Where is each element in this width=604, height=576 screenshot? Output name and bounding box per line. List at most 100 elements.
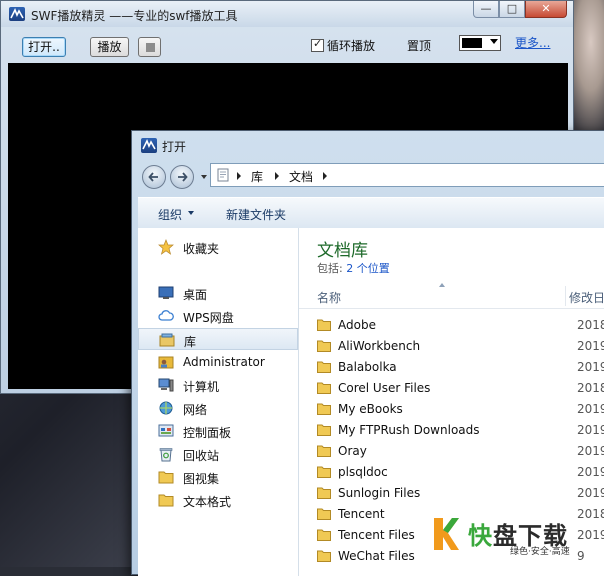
- nav-item-text-format[interactable]: 文本格式: [138, 489, 298, 511]
- dialog-app-icon: [141, 138, 157, 153]
- nav-item-label: 库: [184, 335, 197, 349]
- address-bar[interactable]: 库 文档: [210, 163, 604, 187]
- file-modified-date: 2019: [577, 444, 604, 458]
- library-locations-link[interactable]: 2 个位置: [346, 262, 390, 275]
- file-modified-date: 2018: [577, 381, 604, 395]
- file-row[interactable]: Sunlogin Files 2019: [299, 483, 604, 504]
- loop-play-checkbox[interactable]: ✓ 循环播放: [311, 37, 375, 54]
- file-modified-date: 2019: [577, 423, 604, 437]
- control-panel-icon: [158, 424, 174, 437]
- breadcrumb-library[interactable]: 库: [251, 168, 263, 185]
- column-header-date[interactable]: 修改日: [569, 289, 604, 306]
- folder-icon: [317, 508, 331, 520]
- nav-item-computer[interactable]: 计算机: [138, 374, 298, 396]
- breadcrumb-documents[interactable]: 文档: [289, 168, 313, 185]
- folder-icon: [317, 319, 331, 331]
- library-icon: [159, 333, 175, 347]
- watermark-tagline: 绿色·安全·高速: [510, 547, 570, 557]
- nav-item-network[interactable]: 网络: [138, 397, 298, 419]
- forward-arrow-icon: [178, 172, 188, 182]
- site-watermark: 快盘下载 绿色·安全·高速: [428, 512, 604, 567]
- nav-item-label: 图视集: [183, 472, 220, 486]
- nav-item-label: 计算机: [183, 380, 220, 394]
- nav-item-label: 收藏夹: [183, 242, 220, 256]
- file-name: Oray: [338, 444, 367, 458]
- column-divider[interactable]: [565, 286, 566, 306]
- folder-icon: [317, 382, 331, 394]
- column-header-name[interactable]: 名称: [317, 289, 341, 306]
- maximize-button[interactable]: □: [499, 1, 525, 18]
- nav-item-wps-cloud[interactable]: WPS网盘: [138, 305, 298, 327]
- column-header-row: 名称 修改日: [299, 283, 604, 309]
- nav-item-administrator[interactable]: Administrator: [138, 351, 298, 373]
- file-name: Sunlogin Files: [338, 486, 421, 500]
- breadcrumb-separator-icon[interactable]: [323, 172, 327, 180]
- nav-item-label: 网络: [183, 403, 208, 417]
- sort-ascending-icon: [439, 283, 445, 287]
- nav-item-library[interactable]: 库: [138, 328, 298, 350]
- nav-item-label: Administrator: [183, 355, 265, 369]
- folder-icon: [317, 340, 331, 352]
- nav-item-label: 回收站: [183, 449, 220, 463]
- new-folder-button[interactable]: 新建文件夹: [226, 206, 286, 223]
- more-link[interactable]: 更多...: [515, 34, 550, 51]
- nav-item-label: 桌面: [183, 288, 208, 302]
- file-row[interactable]: Corel User Files 2018: [299, 378, 604, 399]
- swf-toolbar: 打开.. 播放 ✓ 循环播放 置顶 更多...: [1, 27, 573, 63]
- close-icon: ✕: [541, 2, 551, 15]
- file-row[interactable]: plsqldoc 2019: [299, 462, 604, 483]
- folder-icon: [158, 471, 174, 484]
- nav-item-favorites[interactable]: 收藏夹: [138, 236, 298, 258]
- watermark-logo-icon: [434, 518, 459, 550]
- nav-item-gallery[interactable]: 图视集: [138, 466, 298, 488]
- file-modified-date: 2019: [577, 465, 604, 479]
- dialog-title: 打开: [162, 140, 187, 154]
- stop-button[interactable]: [138, 37, 161, 57]
- file-row[interactable]: Balabolka 2019: [299, 357, 604, 378]
- file-row[interactable]: My eBooks 2019: [299, 399, 604, 420]
- loop-play-label: 循环播放: [327, 39, 376, 53]
- organize-button[interactable]: 组织: [158, 206, 182, 223]
- user-folder-icon: [158, 356, 174, 369]
- minimize-button[interactable]: —: [473, 1, 499, 18]
- folder-icon: [317, 424, 331, 436]
- command-bar: 组织 新建文件夹: [138, 197, 604, 229]
- nav-item-label: WPS网盘: [183, 311, 234, 325]
- nav-item-recycle-bin[interactable]: 回收站: [138, 443, 298, 465]
- recent-pages-chevron-icon[interactable]: [201, 175, 207, 179]
- library-includes-label: 包括:: [317, 262, 343, 275]
- file-row[interactable]: My FTPRush Downloads 2019: [299, 420, 604, 441]
- open-file-button[interactable]: 打开..: [22, 37, 66, 57]
- back-button[interactable]: [142, 165, 166, 189]
- nav-item-control-panel[interactable]: 控制面板: [138, 420, 298, 442]
- close-button[interactable]: ✕: [525, 1, 567, 18]
- background-color-picker[interactable]: [459, 35, 501, 51]
- loop-checkbox-box[interactable]: ✓: [311, 37, 324, 52]
- swf-title-bar[interactable]: SWF播放精灵 ——专业的swf播放工具 — □ ✕: [1, 1, 573, 27]
- chevron-down-icon: [188, 211, 194, 215]
- file-row[interactable]: Oray 2019: [299, 441, 604, 462]
- forward-button[interactable]: [170, 165, 194, 189]
- pin-on-top-label[interactable]: 置顶: [407, 37, 431, 54]
- file-name: WeChat Files: [338, 549, 415, 563]
- file-modified-date: 2019: [577, 486, 604, 500]
- file-name: Tencent: [338, 507, 385, 521]
- breadcrumb-separator-icon[interactable]: [275, 172, 279, 180]
- nav-item-desktop[interactable]: 桌面: [138, 282, 298, 304]
- library-title: 文档库: [317, 241, 368, 261]
- folder-icon: [317, 445, 331, 457]
- swf-window-title: SWF播放精灵 ——专业的swf播放工具: [31, 9, 238, 23]
- play-button[interactable]: 播放: [90, 37, 129, 57]
- breadcrumb-separator-icon[interactable]: [237, 172, 241, 180]
- file-name: Adobe: [338, 318, 376, 332]
- file-name: plsqldoc: [338, 465, 388, 479]
- nav-item-label: 控制面板: [183, 426, 232, 440]
- navigation-pane: 收藏夹 桌面 WPS网盘 库 Administrator 计算机 网络 控制面板…: [138, 228, 299, 576]
- desktop-icon: [158, 286, 174, 299]
- file-row[interactable]: AliWorkbench 2019: [299, 336, 604, 357]
- file-row[interactable]: Adobe 2018: [299, 315, 604, 336]
- file-modified-date: 2019: [577, 402, 604, 416]
- file-name: Tencent Files: [338, 528, 415, 542]
- folder-icon: [317, 487, 331, 499]
- file-modified-date: 2019: [577, 339, 604, 353]
